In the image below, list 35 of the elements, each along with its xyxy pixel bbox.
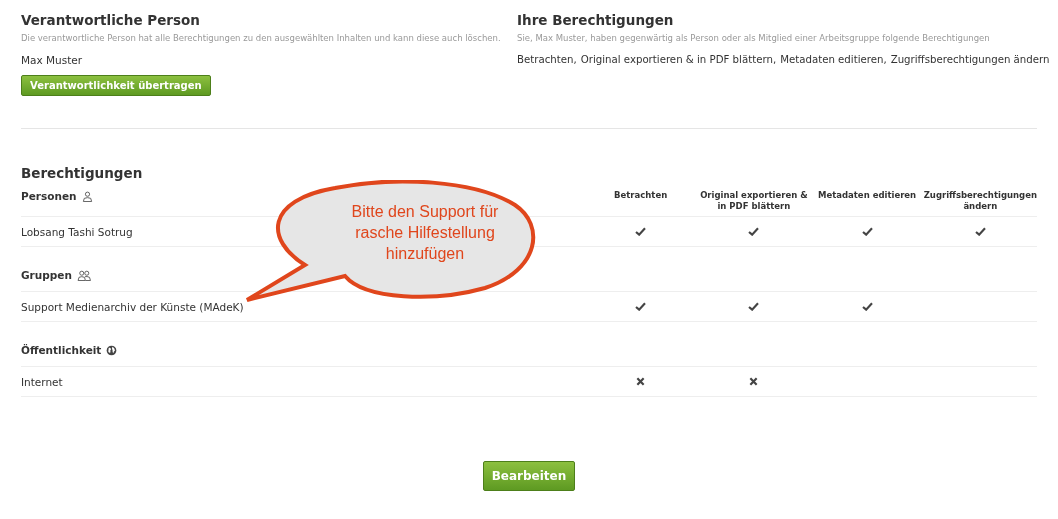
group-heading: Öffentlichkeit [21, 344, 102, 357]
entity-name: Internet [21, 375, 63, 388]
check-icon [861, 302, 873, 312]
section-description: Die verantwortliche Person hat alle Berechtigungen zu den ausgewählten Inhalten und kann diese auch löschen. [21, 33, 502, 43]
group-heading: Gruppen [21, 269, 72, 282]
permission-item: Metadaten editieren, [780, 54, 887, 65]
section-title: Ihre Berechtigungen [517, 12, 675, 28]
person-icon [81, 190, 93, 202]
permission-item: Zugriffsberechtigungen ändern [890, 54, 1050, 65]
check-icon [635, 302, 647, 312]
column-header: Betrachten [613, 190, 669, 202]
section-title: Verantwortliche Person [21, 12, 201, 28]
globe-icon [106, 344, 118, 356]
check-icon [635, 227, 647, 237]
cross-icon [748, 377, 760, 387]
edit-button[interactable]: Bearbeiten [482, 461, 576, 492]
check-icon [974, 227, 986, 237]
check-icon [748, 302, 760, 312]
entity-name: Lobsang Tashi Sotrug [21, 225, 133, 238]
column-header: Original exportieren & in PDF blättern [699, 190, 809, 213]
section-title: Berechtigungen [21, 165, 144, 181]
permission-item: Original exportieren & in PDF blättern, [580, 54, 777, 65]
cross-icon [635, 377, 647, 387]
callout-text: Bitte den Support für rasche Hilfestellung hinzufügen [350, 202, 500, 264]
people-icon [76, 269, 92, 281]
entity-name: Support Medienarchiv der Künste (MAdeK) [21, 300, 244, 313]
column-header: Zugriffsberechtigungen ändern [923, 190, 1037, 213]
permission-item: Betrachten, [517, 54, 577, 65]
transfer-button[interactable]: Verantwortlichkeit übertragen [21, 75, 211, 96]
section-description: Sie, Max Muster, haben gegenwärtig als Person oder als Mitglied einer Arbeitsgruppe folgende Berechtigungen [517, 33, 991, 43]
group-heading: Personen [21, 190, 77, 202]
column-header: Metadaten editieren [816, 190, 918, 202]
check-icon [748, 227, 760, 237]
responsible-name: Max Muster [21, 54, 84, 66]
check-icon [861, 227, 873, 237]
